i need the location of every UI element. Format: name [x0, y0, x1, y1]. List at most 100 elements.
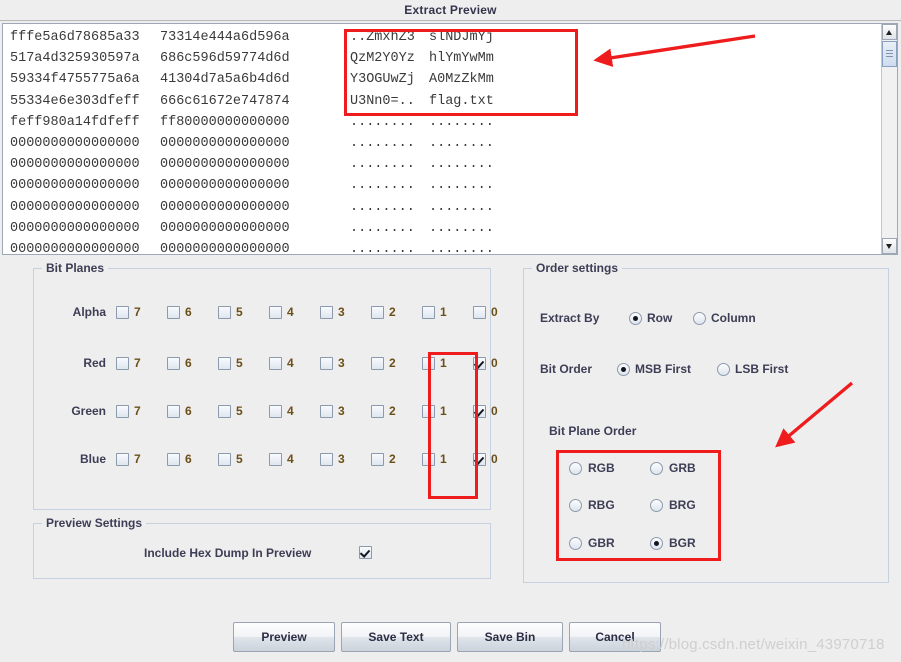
- bit-cell-blue-3: 3: [320, 450, 354, 472]
- checkbox-red-bit-1[interactable]: [422, 357, 435, 370]
- bit-plane-order-brg-label[interactable]: BRG: [669, 498, 696, 512]
- bit-cell-alpha-3: 3: [320, 303, 354, 325]
- checkbox-green-bit-5[interactable]: [218, 405, 231, 418]
- checkbox-blue-bit-6[interactable]: [167, 453, 180, 466]
- dialog-titlebar: Extract Preview: [0, 0, 901, 21]
- checkbox-red-bit-7[interactable]: [116, 357, 129, 370]
- scrollbar-thumb[interactable]: [882, 41, 897, 67]
- checkbox-blue-bit-3[interactable]: [320, 453, 333, 466]
- checkbox-green-bit-4[interactable]: [269, 405, 282, 418]
- hex-dump-hex-column: 0000000000000000: [160, 220, 290, 236]
- checkbox-alpha-bit-6[interactable]: [167, 306, 180, 319]
- extract-by-column-label[interactable]: Column: [711, 311, 756, 325]
- hex-dump-ascii-column: ........: [350, 157, 415, 173]
- hex-dump-vertical-scrollbar[interactable]: [881, 24, 897, 254]
- bit-plane-order-rbg-radio[interactable]: [569, 499, 582, 512]
- bit-cell-red-3: 3: [320, 354, 354, 376]
- checkbox-red-bit-4[interactable]: [269, 357, 282, 370]
- checkbox-green-bit-7[interactable]: [116, 405, 129, 418]
- checkbox-green-bit-0[interactable]: [473, 405, 486, 418]
- bit-plane-order-bgr-label[interactable]: BGR: [669, 536, 696, 550]
- bit-cell-red-4: 4: [269, 354, 303, 376]
- bit-order-msb-radio[interactable]: [617, 363, 630, 376]
- preview-settings-legend: Preview Settings: [42, 516, 147, 530]
- bit-index-label: 5: [236, 356, 243, 370]
- checkbox-blue-bit-0[interactable]: [473, 453, 486, 466]
- bit-cell-green-1: 1: [422, 402, 456, 424]
- bit-cell-blue-0: 0: [473, 450, 507, 472]
- bit-plane-order-bgr-radio[interactable]: [650, 537, 663, 550]
- bit-plane-order-rgb-radio[interactable]: [569, 462, 582, 475]
- bit-order-msb-label[interactable]: MSB First: [635, 362, 691, 376]
- save-bin-button[interactable]: Save Bin: [457, 622, 563, 652]
- include-hex-dump-label: Include Hex Dump In Preview: [144, 546, 312, 560]
- hex-dump-ascii-column: hlYmYwMm: [429, 51, 494, 67]
- checkbox-blue-bit-5[interactable]: [218, 453, 231, 466]
- checkbox-blue-bit-7[interactable]: [116, 453, 129, 466]
- bit-plane-order-rbg-label[interactable]: RBG: [588, 498, 615, 512]
- checkbox-alpha-bit-4[interactable]: [269, 306, 282, 319]
- hex-dump-hex-column: 666c61672e747874: [160, 93, 290, 109]
- include-hex-dump-checkbox-box[interactable]: [359, 546, 372, 559]
- scroll-up-button[interactable]: [882, 24, 897, 40]
- checkbox-blue-bit-4[interactable]: [269, 453, 282, 466]
- checkbox-alpha-bit-3[interactable]: [320, 306, 333, 319]
- bit-plane-order-grb-label[interactable]: GRB: [669, 461, 696, 475]
- bit-index-label: 5: [236, 452, 243, 466]
- hex-dump-hex-column: feff980a14fdfeff: [10, 114, 140, 130]
- bit-index-label: 1: [440, 356, 447, 370]
- checkbox-red-bit-5[interactable]: [218, 357, 231, 370]
- preview-button[interactable]: Preview: [233, 622, 335, 652]
- bit-cell-alpha-6: 6: [167, 303, 201, 325]
- bit-plane-order-rgb-label[interactable]: RGB: [588, 461, 615, 475]
- hex-dump-line: 517a4d325930597a 686c596d59774d6d QzM2Y0Yz…: [10, 48, 508, 69]
- bit-order-lsb-label[interactable]: LSB First: [735, 362, 788, 376]
- checkbox-alpha-bit-7[interactable]: [116, 306, 129, 319]
- include-hex-dump-checkbox[interactable]: [359, 546, 372, 559]
- checkbox-alpha-bit-1[interactable]: [422, 306, 435, 319]
- hex-dump-hex-column: 73314e444a6d596a: [160, 30, 290, 45]
- hex-dump-ascii-column: ........: [429, 114, 494, 130]
- hex-dump-hex-column: 0000000000000000: [160, 242, 290, 254]
- extract-by-row-radio[interactable]: [629, 312, 642, 325]
- bit-cell-alpha-1: 1: [422, 303, 456, 325]
- extract-by-column-radio[interactable]: [693, 312, 706, 325]
- checkbox-green-bit-3[interactable]: [320, 405, 333, 418]
- preview-settings-panel: Preview Settings Include Hex Dump In Pre…: [33, 516, 491, 579]
- checkbox-alpha-bit-5[interactable]: [218, 306, 231, 319]
- checkbox-red-bit-0[interactable]: [473, 357, 486, 370]
- hex-dump-hex-column: 517a4d325930597a: [10, 51, 140, 67]
- checkbox-red-bit-3[interactable]: [320, 357, 333, 370]
- bit-index-label: 0: [491, 305, 498, 319]
- save-text-button[interactable]: Save Text: [341, 622, 451, 652]
- order-settings-legend: Order settings: [532, 261, 623, 275]
- hex-dump-line: 0000000000000000 0000000000000000........…: [10, 197, 508, 218]
- checkbox-red-bit-6[interactable]: [167, 357, 180, 370]
- hex-dump-content: fffe5a6d78685a33 73314e444a6d596a ..ZmxhZ3…: [10, 27, 508, 254]
- bit-index-label: 3: [338, 305, 345, 319]
- checkbox-green-bit-2[interactable]: [371, 405, 384, 418]
- checkbox-blue-bit-2[interactable]: [371, 453, 384, 466]
- checkbox-green-bit-1[interactable]: [422, 405, 435, 418]
- bit-index-label: 6: [185, 452, 192, 466]
- checkbox-blue-bit-1[interactable]: [422, 453, 435, 466]
- bit-plane-order-brg-radio[interactable]: [650, 499, 663, 512]
- extract-preview-dialog: Extract Preview fffe5a6d78685a33 73314e44…: [0, 0, 901, 662]
- hex-dump-line: 0000000000000000 0000000000000000........…: [10, 154, 508, 175]
- extract-by-row-label[interactable]: Row: [647, 311, 672, 325]
- hex-dump-ascii-column: flag.txt: [429, 93, 494, 109]
- scroll-down-button[interactable]: [882, 238, 897, 254]
- hex-dump-textarea[interactable]: fffe5a6d78685a33 73314e444a6d596a ..ZmxhZ3…: [2, 23, 898, 255]
- checkbox-alpha-bit-2[interactable]: [371, 306, 384, 319]
- scrollbar-grip-icon: [886, 50, 893, 57]
- checkbox-alpha-bit-0[interactable]: [473, 306, 486, 319]
- bit-plane-order-gbr-radio[interactable]: [569, 537, 582, 550]
- bit-plane-order-label: Bit Plane Order: [549, 424, 637, 438]
- bit-plane-order-grb-radio[interactable]: [650, 462, 663, 475]
- checkbox-green-bit-6[interactable]: [167, 405, 180, 418]
- triangle-up-icon: [886, 30, 892, 35]
- checkbox-red-bit-2[interactable]: [371, 357, 384, 370]
- bit-order-lsb-radio[interactable]: [717, 363, 730, 376]
- bit-index-label: 5: [236, 305, 243, 319]
- bit-plane-order-gbr-label[interactable]: GBR: [588, 536, 615, 550]
